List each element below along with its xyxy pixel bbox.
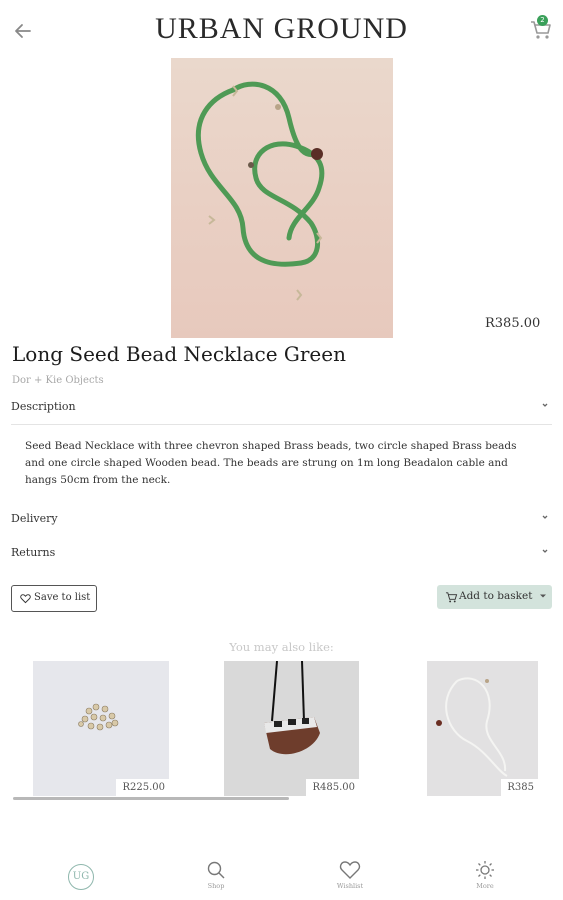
returns-toggle[interactable]: Returns <box>11 544 552 564</box>
section-divider <box>11 424 552 425</box>
chevron-down-icon <box>542 549 548 553</box>
heart-icon <box>20 594 31 604</box>
add-to-basket-button[interactable]: Add to basket <box>437 585 552 609</box>
vendor-name[interactable]: Dor + Kie Objects <box>12 375 104 386</box>
nav-shop[interactable]: Shop <box>186 846 246 900</box>
chevron-down-icon <box>542 515 548 519</box>
heart-icon <box>339 861 361 879</box>
ug-logo-icon: UG <box>68 864 94 890</box>
product-page: URBAN GROUND 2 R385.00 Long Seed Bead Ne… <box>0 0 563 900</box>
nav-shop-label: Shop <box>207 882 225 890</box>
description-text: Seed Bead Necklace with three chevron sh… <box>25 440 517 486</box>
nav-wishlist[interactable]: Wishlist <box>320 846 380 900</box>
app-header: URBAN GROUND 2 <box>0 0 563 58</box>
search-icon <box>207 861 225 879</box>
cart-count-badge: 2 <box>537 15 548 26</box>
bottom-navigation: UG Shop Wishlist More <box>0 846 563 900</box>
brand-logo[interactable]: URBAN GROUND <box>0 12 563 46</box>
earrings-image <box>78 703 119 731</box>
recommendation-price: R485.00 <box>306 779 359 796</box>
sun-icon <box>476 861 494 879</box>
description-toggle[interactable]: Description <box>11 398 552 418</box>
necklace-image <box>436 677 508 777</box>
cart-icon <box>445 592 458 603</box>
recommendations-heading: You may also like: <box>229 640 334 654</box>
nav-more[interactable]: More <box>455 846 515 900</box>
recommendation-price: R385 <box>501 779 538 796</box>
nav-wishlist-label: Wishlist <box>336 882 364 890</box>
caret-down-icon[interactable] <box>539 593 547 599</box>
necklace-illustration <box>195 81 325 301</box>
product-price: R385.00 <box>485 316 541 331</box>
recommendation-card[interactable]: R225.00 <box>33 661 169 796</box>
nav-more-label: More <box>476 882 494 890</box>
save-to-list-label: Save to list <box>34 592 91 603</box>
save-to-list-button[interactable]: Save to list <box>11 585 97 612</box>
add-to-basket-label: Add to basket <box>459 590 533 602</box>
product-image[interactable] <box>171 58 393 338</box>
description-label: Description <box>11 400 76 413</box>
recommendation-card[interactable]: R385 <box>427 661 538 796</box>
nav-home[interactable]: UG <box>50 846 110 900</box>
delivery-label: Delivery <box>11 512 58 525</box>
horizontal-scrollbar[interactable] <box>13 797 289 800</box>
delivery-toggle[interactable]: Delivery <box>11 510 552 530</box>
product-title: Long Seed Bead Necklace Green <box>12 342 346 366</box>
chevron-down-icon <box>542 403 548 407</box>
returns-label: Returns <box>11 546 56 559</box>
pendant-image <box>264 661 320 755</box>
recommendation-price: R225.00 <box>116 779 169 796</box>
recommendation-card[interactable]: R485.00 <box>224 661 359 796</box>
